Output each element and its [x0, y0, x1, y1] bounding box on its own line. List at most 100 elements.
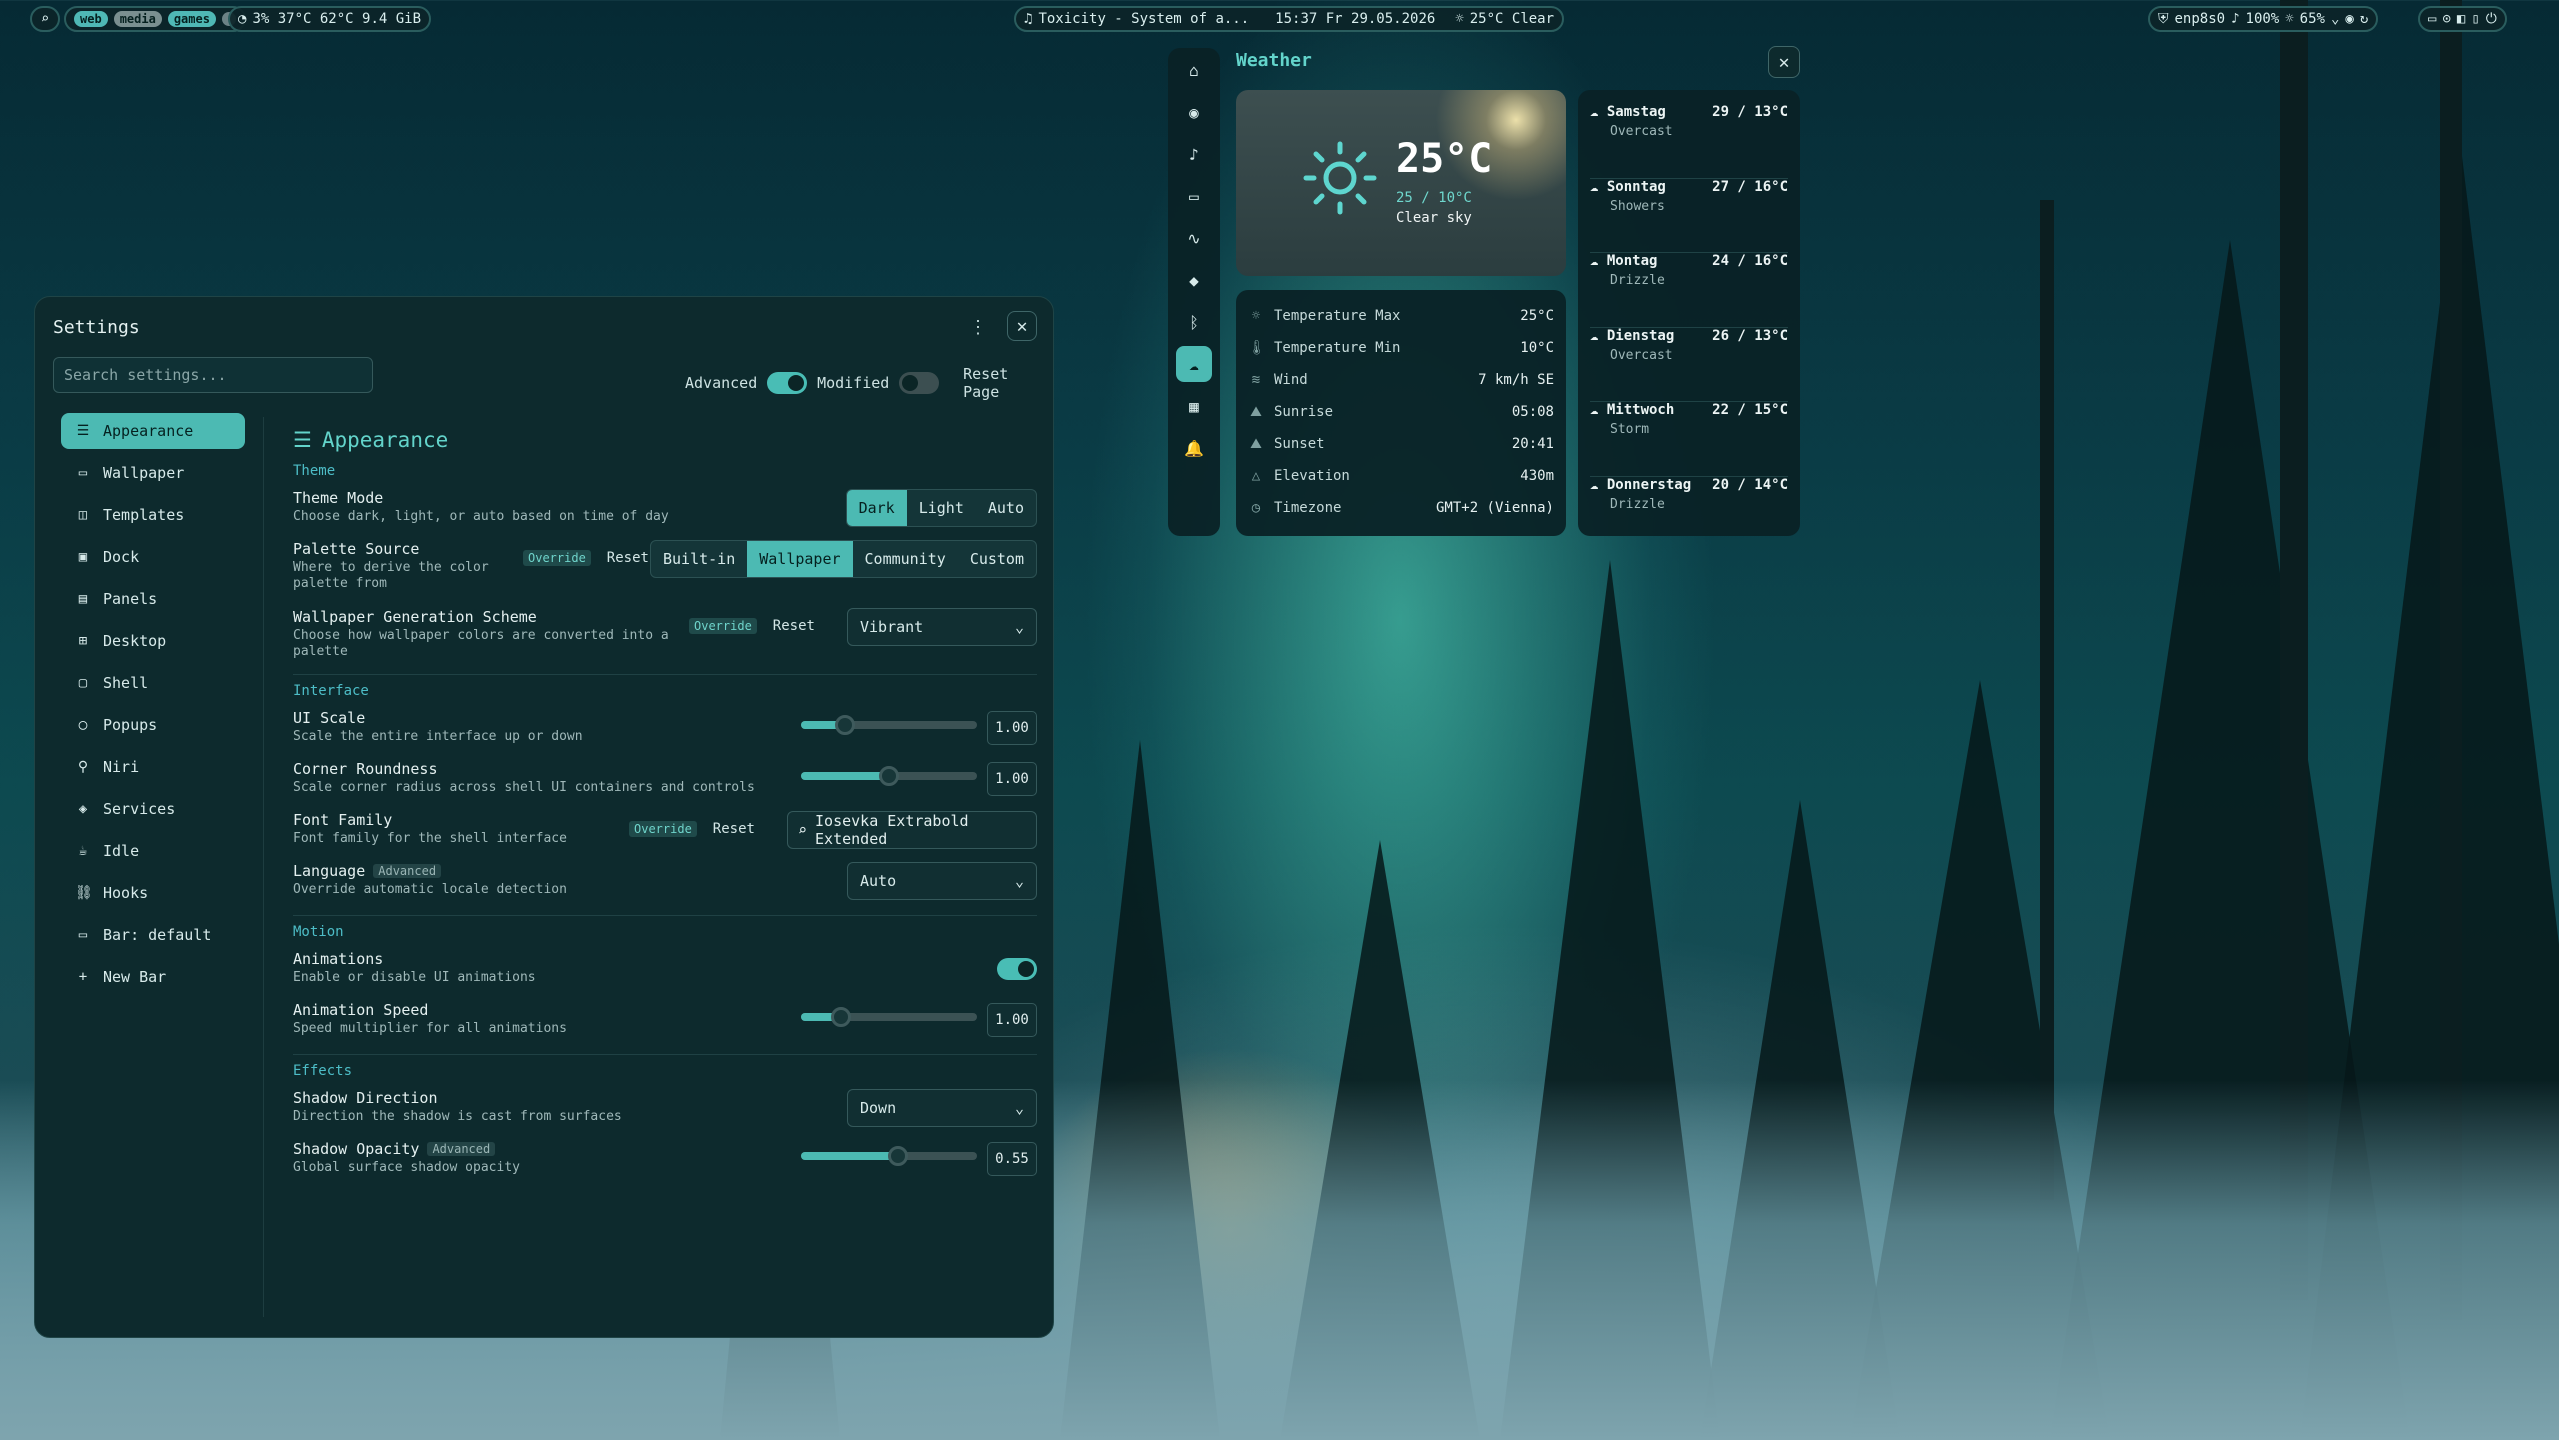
- detail-value: 20:41: [1511, 436, 1554, 452]
- theme-dark-option[interactable]: Dark: [846, 490, 907, 526]
- workspace-games[interactable]: games: [167, 11, 216, 27]
- theme-auto-option[interactable]: Auto: [976, 490, 1036, 526]
- slider-handle[interactable]: [887, 1146, 908, 1166]
- sidebar-item-niri[interactable]: ⚲ Niri: [61, 749, 245, 785]
- theme-light-option[interactable]: Light: [907, 490, 976, 526]
- wifi-icon[interactable]: ◆: [1176, 270, 1212, 290]
- workspace-media[interactable]: media: [113, 11, 162, 27]
- setting-desc: Choose dark, light, or auto based on tim…: [293, 509, 669, 524]
- palette-custom-option[interactable]: Custom: [958, 541, 1036, 577]
- scheme-reset-button[interactable]: Reset: [773, 618, 815, 634]
- volume-level: 100%: [2245, 11, 2280, 27]
- palette-reset-button[interactable]: Reset: [607, 550, 649, 566]
- slider-handle[interactable]: [879, 766, 899, 786]
- gamepad-icon[interactable]: ⊙: [2442, 11, 2450, 27]
- font-family-picker[interactable]: ⌕ Iosevka Extrabold Extended: [787, 811, 1037, 849]
- settings-search-input[interactable]: [53, 357, 373, 393]
- corner-roundness-value[interactable]: 1.00: [987, 762, 1037, 796]
- services-icon: ◈: [78, 801, 88, 817]
- modified-toggle[interactable]: [899, 372, 940, 394]
- sidebar-item-wallpaper[interactable]: ▭ Wallpaper: [61, 455, 245, 491]
- search-icon[interactable]: ⌕: [41, 11, 49, 27]
- detail-value: 10°C: [1520, 340, 1554, 356]
- sidebar-item-popups[interactable]: ◯ Popups: [61, 707, 245, 743]
- clipboard-icon[interactable]: ▯: [2471, 11, 2479, 27]
- refresh-icon[interactable]: ↻: [2360, 11, 2368, 27]
- shield-icon: ⛨: [2158, 11, 2169, 27]
- palette-builtin-option[interactable]: Built-in: [651, 541, 747, 577]
- detail-key: Wind: [1274, 372, 1308, 388]
- power-pill[interactable]: ▭ ⊙ ◧ ▯ ⏻: [2418, 6, 2507, 32]
- workspaces: web media games: [64, 6, 246, 32]
- setting-desc: Enable or disable UI animations: [293, 970, 536, 985]
- system-stats[interactable]: ◔ 3% 37°C 62°C 9.4 GiB: [228, 6, 432, 32]
- shadow-direction-dropdown[interactable]: Down ⌄: [847, 1089, 1037, 1127]
- sidebar-item-idle[interactable]: ☕ Idle: [61, 833, 245, 869]
- ui-scale-value[interactable]: 1.00: [987, 711, 1037, 745]
- settings-close-button[interactable]: ✕: [1007, 311, 1037, 341]
- detail-key-group: ☼ Temperature Max: [1248, 308, 1401, 324]
- activity-icon[interactable]: ∿: [1176, 228, 1212, 248]
- sidebar-item-templates[interactable]: ◫ Templates: [61, 497, 245, 533]
- ui-scale-slider[interactable]: [801, 715, 977, 735]
- chevron-down-icon: ⌄: [1014, 1099, 1024, 1117]
- sidebar-item-panels[interactable]: ▤ Panels: [61, 581, 245, 617]
- forecast-day: ☁ Montag 24 / 16°C Drizzle: [1590, 253, 1788, 328]
- divider: [293, 915, 1037, 916]
- media-pill[interactable]: ♫ Toxicity - System of a... 15:37 Fr 29.…: [1014, 6, 1565, 32]
- tray-app-icon[interactable]: ◉: [2345, 11, 2353, 27]
- media-icon[interactable]: ◉: [1176, 102, 1212, 122]
- weather-icon[interactable]: ☁: [1176, 346, 1212, 382]
- scheme-dropdown[interactable]: Vibrant ⌄: [847, 608, 1037, 646]
- sidebar-item-shell[interactable]: ▢ Shell: [61, 665, 245, 701]
- detail-value: GMT+2 (Vienna): [1435, 500, 1554, 516]
- status-pill[interactable]: ⛨ enp8s0 ♪ 100% ☼ 65% ⌄ ◉ ↻: [2148, 6, 2379, 32]
- screen-icon[interactable]: ▭: [2428, 11, 2436, 27]
- more-options-icon[interactable]: ⋮: [969, 317, 987, 338]
- volume-icon[interactable]: ♪: [1176, 144, 1212, 164]
- sidebar-item-hooks[interactable]: ⛓ Hooks: [61, 875, 245, 911]
- sidebar-item-services[interactable]: ◈ Services: [61, 791, 245, 827]
- sidebar-item-dock[interactable]: ▣ Dock: [61, 539, 245, 575]
- home-icon[interactable]: ⌂: [1176, 60, 1212, 80]
- animation-speed-value[interactable]: 1.00: [987, 1003, 1037, 1037]
- sidebar-item-label: Niri: [103, 758, 140, 776]
- display-icon[interactable]: ▭: [1176, 186, 1212, 206]
- screenshot-icon[interactable]: ◧: [2457, 11, 2465, 27]
- section-interface: Interface: [293, 683, 369, 699]
- advanced-toggle[interactable]: [767, 372, 808, 394]
- forecast-day: ☁ Dienstag 26 / 13°C Overcast: [1590, 328, 1788, 402]
- setting-animation-speed: Animation Speed Speed multiplier for all…: [293, 997, 1037, 1048]
- setting-desc: Override automatic locale detection: [293, 882, 567, 897]
- slider-handle[interactable]: [835, 715, 855, 735]
- sidebar-item-new-bar[interactable]: + New Bar: [61, 959, 245, 995]
- sidebar-item-bar-default[interactable]: ▭ Bar: default: [61, 917, 245, 953]
- setting-label-group: Shadow Opacity Advanced: [293, 1140, 496, 1158]
- font-reset-button[interactable]: Reset: [713, 821, 755, 837]
- power-icon[interactable]: ⏻: [2486, 11, 2497, 27]
- slider-handle[interactable]: [831, 1007, 852, 1027]
- shadow-opacity-value[interactable]: 0.55: [987, 1142, 1037, 1176]
- sidebar-item-desktop[interactable]: ⊞ Desktop: [61, 623, 245, 659]
- weather-detail-row: △ Elevation 430m: [1248, 460, 1554, 492]
- workspace-web[interactable]: web: [74, 11, 108, 27]
- launcher-pill[interactable]: ⌕: [30, 6, 60, 32]
- calendar-icon[interactable]: ▦: [1176, 396, 1212, 416]
- detail-key: Sunrise: [1274, 404, 1334, 420]
- corner-roundness-slider[interactable]: [801, 766, 977, 786]
- forecast-day-name: Montag: [1606, 253, 1658, 269]
- weather-close-button[interactable]: ✕: [1768, 46, 1800, 78]
- sidebar-item-appearance[interactable]: ☰ Appearance: [61, 413, 245, 449]
- palette-community-option[interactable]: Community: [853, 541, 958, 577]
- shadow-opacity-slider[interactable]: [801, 1146, 977, 1166]
- bell-icon[interactable]: 🔔: [1176, 438, 1212, 458]
- animations-toggle[interactable]: [997, 958, 1037, 980]
- setting-desc: Speed multiplier for all animations: [293, 1021, 567, 1036]
- reset-page-button[interactable]: Reset Page: [963, 365, 1053, 401]
- bluetooth-icon[interactable]: ᛒ: [1176, 312, 1212, 332]
- language-dropdown[interactable]: Auto ⌄: [847, 862, 1037, 900]
- cpu-icon: ◔: [238, 11, 247, 27]
- chevron-down-icon[interactable]: ⌄: [2331, 11, 2339, 27]
- palette-wallpaper-option[interactable]: Wallpaper: [747, 541, 853, 577]
- animation-speed-slider[interactable]: [801, 1007, 977, 1027]
